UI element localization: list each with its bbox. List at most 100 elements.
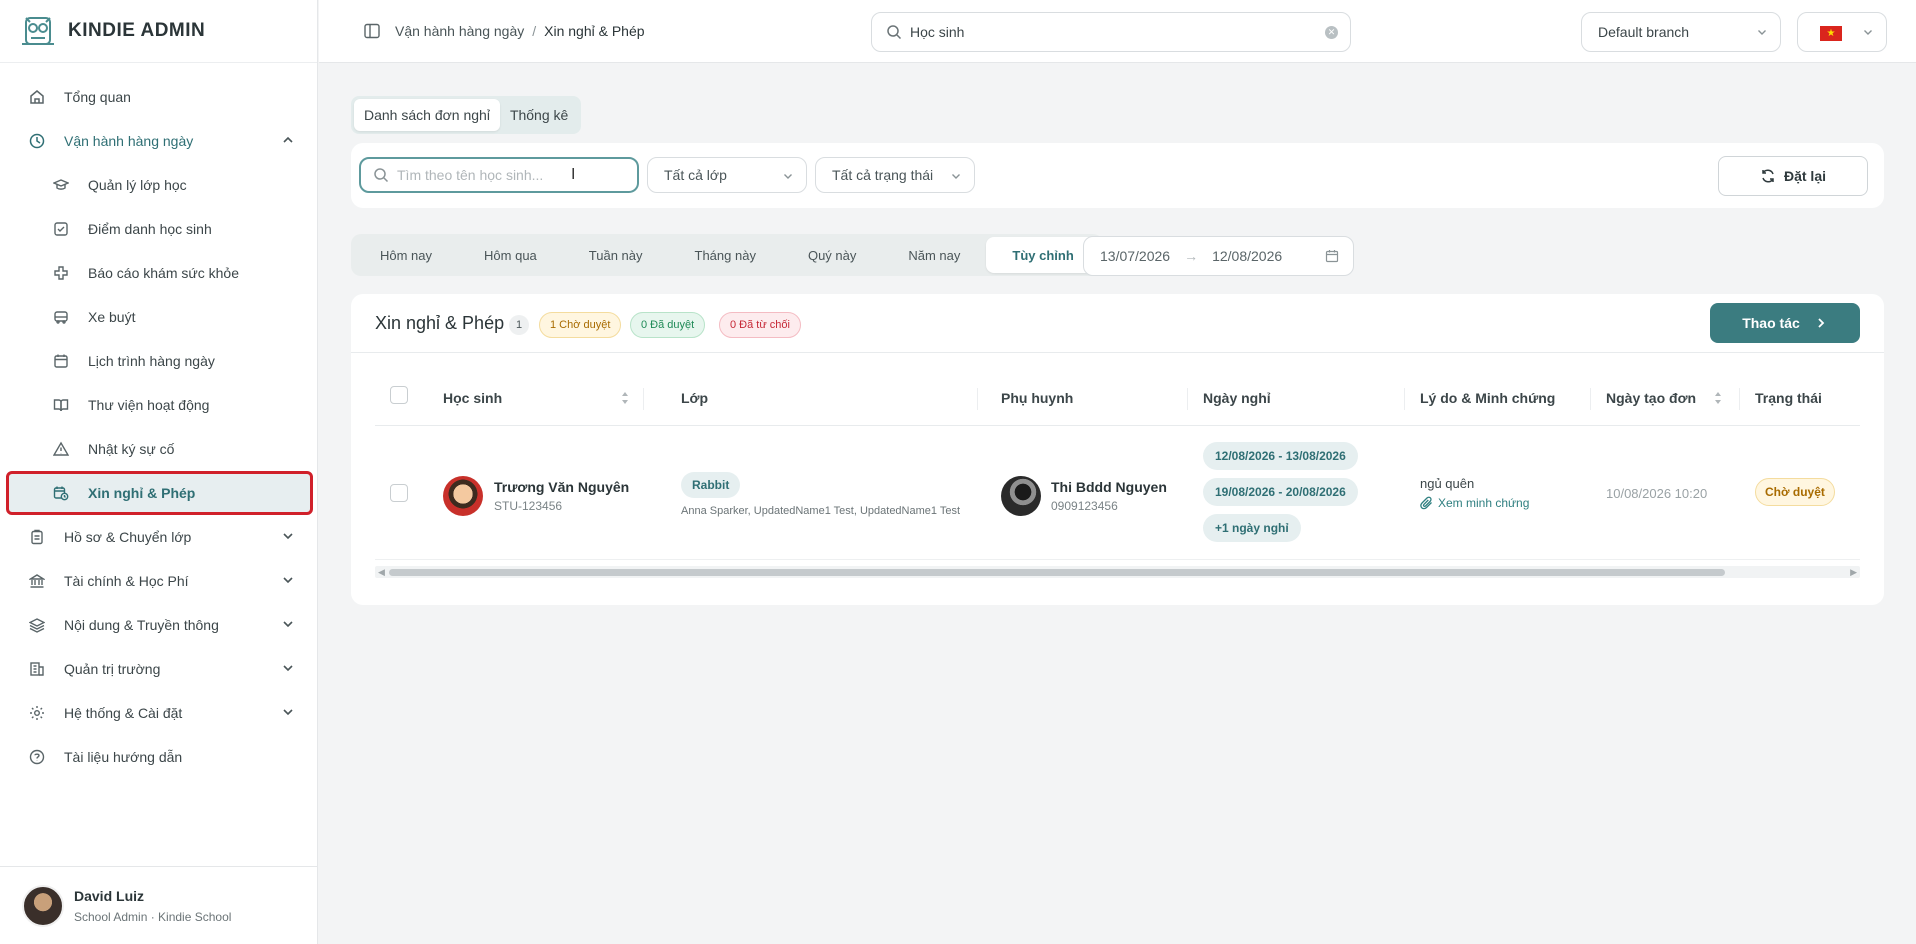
- created-datetime: 10/08/2026 10:20: [1606, 486, 1708, 501]
- column-header-created[interactable]: Ngày tạo đơn: [1606, 390, 1696, 406]
- chevron-down-icon: [283, 665, 293, 672]
- sidebar-item-label: Tài chính & Học Phí: [64, 573, 189, 589]
- sort-icon[interactable]: [1713, 389, 1723, 407]
- period-this-quarter[interactable]: Quý này: [782, 237, 882, 273]
- search-icon: [887, 25, 902, 40]
- period-yesterday[interactable]: Hôm qua: [458, 237, 563, 273]
- sidebar-item-leave-requests[interactable]: Xin nghỉ & Phép: [6, 471, 313, 515]
- user-profile[interactable]: David Luiz School Admin · Kindie School: [0, 866, 318, 944]
- sidebar-item-label: Tổng quan: [64, 89, 131, 105]
- sidebar-item-incident-log[interactable]: Nhật ký sự cố: [0, 427, 317, 471]
- sidebar-item-records[interactable]: Hồ sơ & Chuyển lớp: [0, 515, 317, 559]
- status-filter-select[interactable]: Tất cả trạng thái: [815, 157, 975, 193]
- scroll-right-icon[interactable]: ▶: [1850, 567, 1857, 578]
- tab-leave-list[interactable]: Danh sách đơn nghỉ: [354, 99, 500, 131]
- sidebar-item-attendance[interactable]: Điểm danh học sinh: [0, 207, 317, 251]
- scrollbar-thumb[interactable]: [389, 569, 1725, 576]
- date-range-arrow: →: [1184, 248, 1199, 264]
- sidebar-item-activity-library[interactable]: Thư viện hoạt động: [0, 383, 317, 427]
- reset-button-label: Đặt lại: [1783, 168, 1826, 184]
- view-evidence-link[interactable]: Xem minh chứng: [1420, 496, 1529, 510]
- calendar-icon: [1325, 250, 1339, 263]
- actions-button-label: Thao tác: [1742, 315, 1800, 331]
- total-count-badge: 1: [509, 315, 529, 335]
- chevron-down-icon: [784, 174, 792, 179]
- column-header-student[interactable]: Học sinh: [443, 390, 502, 406]
- select-all-checkbox[interactable]: [390, 386, 408, 404]
- class-tag: Rabbit: [681, 472, 741, 498]
- leave-table: Học sinh Lớp Phụ huynh Ngày nghỉ Lý do &…: [375, 372, 1860, 560]
- date-range-picker[interactable]: 13/07/2026 → 12/08/2026: [1083, 236, 1354, 276]
- column-header-class[interactable]: Lớp: [681, 390, 708, 406]
- branch-select[interactable]: Default branch: [1581, 12, 1781, 52]
- sidebar-item-label: Xin nghỉ & Phép: [88, 485, 196, 501]
- sidebar-item-bus[interactable]: Xe buýt: [0, 295, 317, 339]
- table-header: Học sinh Lớp Phụ huynh Ngày nghỉ Lý do &…: [375, 372, 1860, 426]
- sidebar-item-label: Tài liệu hướng dẫn: [64, 749, 183, 765]
- column-header-status[interactable]: Trạng thái: [1755, 390, 1822, 406]
- date-from: 13/07/2026: [1100, 248, 1171, 264]
- breadcrumb-separator: /: [532, 23, 537, 39]
- pending-count-badge[interactable]: 1 Chờ duyệt: [539, 312, 622, 338]
- row-checkbox[interactable]: [390, 484, 408, 502]
- branch-select-value: Default branch: [1598, 24, 1690, 40]
- sidebar-item-health-report[interactable]: Báo cáo khám sức khỏe: [0, 251, 317, 295]
- sidebar-item-docs[interactable]: Tài liệu hướng dẫn: [0, 735, 317, 779]
- calendar-icon: [52, 352, 70, 370]
- approved-count-badge[interactable]: 0 Đã duyệt: [630, 312, 706, 338]
- sidebar-item-school-admin[interactable]: Quản trị trường: [0, 647, 317, 691]
- sidebar-item-settings[interactable]: Hệ thống & Cài đặt: [0, 691, 317, 735]
- card-title: Xin nghỉ & Phép: [375, 313, 505, 333]
- scroll-left-icon[interactable]: ◀: [378, 567, 385, 578]
- student-name[interactable]: Trương Văn Nguyên: [494, 479, 629, 495]
- brand[interactable]: KINDIE ADMIN: [0, 0, 317, 63]
- parent-name[interactable]: Thi Bddd Nguyen: [1051, 479, 1167, 495]
- leave-date-range: 19/08/2026 - 20/08/2026: [1203, 478, 1358, 506]
- more-leave-days-badge[interactable]: +1 ngày nghỉ: [1203, 514, 1301, 542]
- sidebar: KINDIE ADMIN Tổng quan Vận hành hàng ngà…: [0, 0, 318, 944]
- column-divider: [643, 388, 644, 410]
- sidebar-item-label: Điểm danh học sinh: [88, 221, 212, 237]
- sidebar-item-label: Báo cáo khám sức khỏe: [88, 265, 240, 281]
- period-this-week[interactable]: Tuần này: [563, 237, 669, 273]
- period-today[interactable]: Hôm nay: [354, 237, 458, 273]
- avatar: [22, 884, 64, 927]
- chevron-down-icon: [283, 621, 293, 628]
- language-select[interactable]: ★: [1797, 12, 1887, 52]
- sidebar-item-overview[interactable]: Tổng quan: [0, 75, 317, 119]
- sidebar-item-class-management[interactable]: Quản lý lớp học: [0, 163, 317, 207]
- student-search-input[interactable]: Tìm theo tên học sinh... I: [359, 157, 639, 193]
- global-search-input[interactable]: Học sinh ✕: [871, 12, 1351, 52]
- user-name: David Luiz: [74, 887, 145, 904]
- global-search-value: Học sinh: [910, 24, 965, 40]
- column-header-reason[interactable]: Lý do & Minh chứng: [1420, 390, 1555, 406]
- sidebar-toggle-icon[interactable]: [363, 22, 381, 40]
- class-filter-select[interactable]: Tất cả lớp: [647, 157, 807, 193]
- period-selector: Hôm nay Hôm qua Tuần này Tháng này Quý n…: [351, 234, 1103, 276]
- column-header-parent[interactable]: Phụ huynh: [1001, 390, 1073, 406]
- building-icon: [28, 660, 46, 678]
- chevron-down-icon: [283, 709, 293, 716]
- paperclip-icon: [1420, 496, 1432, 510]
- sidebar-item-daily-operations[interactable]: Vận hành hàng ngày: [0, 119, 317, 163]
- breadcrumb-parent[interactable]: Vận hành hàng ngày: [395, 23, 524, 39]
- rejected-count-badge[interactable]: 0 Đã từ chối: [719, 312, 801, 338]
- reset-button[interactable]: Đặt lại: [1718, 156, 1868, 196]
- status-badge: Chờ duyệt: [1755, 478, 1835, 506]
- period-this-year[interactable]: Năm nay: [882, 237, 986, 273]
- horizontal-scrollbar[interactable]: ◀ ▶: [375, 566, 1860, 578]
- sidebar-item-content[interactable]: Nội dung & Truyền thông: [0, 603, 317, 647]
- sidebar-item-daily-schedule[interactable]: Lịch trình hàng ngày: [0, 339, 317, 383]
- period-this-month[interactable]: Tháng này: [669, 237, 782, 273]
- column-divider: [977, 388, 978, 410]
- clear-icon[interactable]: ✕: [1325, 26, 1338, 39]
- table-row[interactable]: Trương Văn Nguyên STU-123456 Rabbit Anna…: [375, 426, 1860, 560]
- column-header-leave-dates[interactable]: Ngày nghỉ: [1203, 390, 1271, 406]
- chevron-up-icon: [283, 136, 293, 143]
- sort-icon[interactable]: [620, 389, 630, 407]
- sidebar-item-label: Lịch trình hàng ngày: [88, 353, 215, 369]
- sidebar-item-finance[interactable]: Tài chính & Học Phí: [0, 559, 317, 603]
- actions-button[interactable]: Thao tác: [1710, 303, 1860, 343]
- parent-avatar: [1001, 476, 1041, 516]
- tab-statistics[interactable]: Thống kê: [500, 99, 578, 131]
